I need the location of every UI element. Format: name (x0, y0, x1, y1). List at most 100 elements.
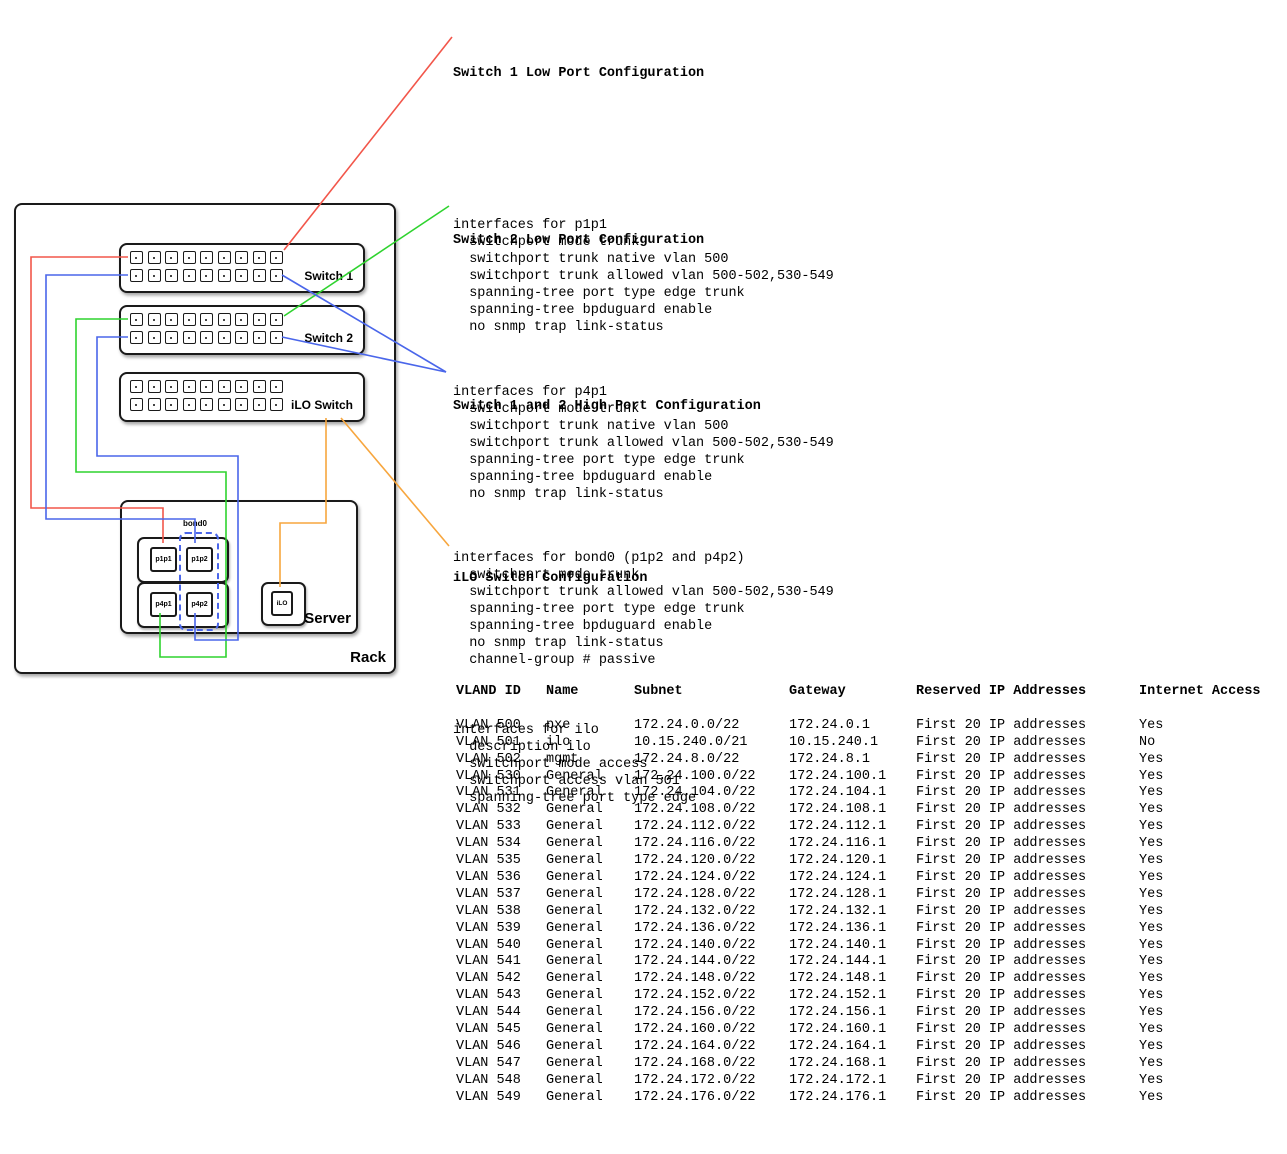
switch-port (235, 251, 248, 264)
vlan-gateway: 172.24.100.1 (789, 769, 916, 786)
vlan-name: General (546, 1022, 634, 1039)
vlan-internet-access: Yes (1139, 1022, 1269, 1039)
vlan-reserved-ips: First 20 IP addresses (916, 853, 1139, 870)
ilo-switch-label: iLO Switch (291, 398, 353, 412)
vlan-internet-access: Yes (1139, 1039, 1269, 1056)
vlan-name: General (546, 853, 634, 870)
switch-port (165, 398, 178, 411)
vlan-id: VLAN 542 (456, 971, 546, 988)
switch-port (165, 331, 178, 344)
vlan-gateway: 172.24.108.1 (789, 802, 916, 819)
config-title: Switch 1 and 2 High Port Configuration (453, 398, 834, 415)
vlan-id: VLAN 534 (456, 836, 546, 853)
switch-port (270, 269, 283, 282)
switch-port (148, 269, 161, 282)
vlan-subnet: 172.24.176.0/22 (634, 1090, 789, 1107)
vlan-internet-access: Yes (1139, 1073, 1269, 1090)
switch-port (130, 331, 143, 344)
vlan-reserved-ips: First 20 IP addresses (916, 1090, 1139, 1107)
switch-port (200, 269, 213, 282)
switch-port (130, 251, 143, 264)
vlan-id: VLAN 549 (456, 1090, 546, 1107)
vlan-reserved-ips: First 20 IP addresses (916, 752, 1139, 769)
server-label: Server (304, 610, 351, 627)
vlan-id: VLAN 536 (456, 870, 546, 887)
vlan-gateway: 172.24.136.1 (789, 921, 916, 938)
vlan-row: VLAN 547 General 172.24.168.0/22 172.24.… (456, 1056, 1269, 1073)
switch-port (183, 331, 196, 344)
vlan-internet-access: Yes (1139, 752, 1269, 769)
vlan-reserved-ips: First 20 IP addresses (916, 769, 1139, 786)
vlan-reserved-ips: First 20 IP addresses (916, 1022, 1139, 1039)
switch-port (183, 269, 196, 282)
vlan-name: General (546, 921, 634, 938)
vlan-internet-access: Yes (1139, 769, 1269, 786)
switch-port (253, 251, 266, 264)
col-vlan-id: VLAND ID (456, 684, 546, 701)
vlan-subnet: 172.24.128.0/22 (634, 887, 789, 904)
switch-port (218, 380, 231, 393)
vlan-id: VLAN 531 (456, 785, 546, 802)
switch-port (200, 398, 213, 411)
vlan-gateway: 172.24.104.1 (789, 785, 916, 802)
switch-port (253, 331, 266, 344)
vlan-internet-access: Yes (1139, 904, 1269, 921)
vlan-subnet: 172.24.132.0/22 (634, 904, 789, 921)
vlan-row: VLAN 538 General 172.24.132.0/22 172.24.… (456, 904, 1269, 921)
switch-port (200, 380, 213, 393)
switch-port (148, 398, 161, 411)
vlan-internet-access: Yes (1139, 785, 1269, 802)
vlan-gateway: 172.24.144.1 (789, 954, 916, 971)
vlan-internet-access: Yes (1139, 836, 1269, 853)
vlan-id: VLAN 539 (456, 921, 546, 938)
vlan-gateway: 172.24.128.1 (789, 887, 916, 904)
vlan-internet-access: Yes (1139, 1005, 1269, 1022)
vlan-gateway: 172.24.120.1 (789, 853, 916, 870)
vlan-row: VLAN 500 pxe 172.24.0.0/22 172.24.0.1 Fi… (456, 718, 1269, 735)
vlan-subnet: 172.24.136.0/22 (634, 921, 789, 938)
rack-label: Rack (350, 649, 386, 666)
col-gateway: Gateway (789, 684, 916, 701)
vlan-internet-access: Yes (1139, 819, 1269, 836)
vlan-subnet: 172.24.8.0/22 (634, 752, 789, 769)
vlan-name: General (546, 954, 634, 971)
switch-port (270, 398, 283, 411)
vlan-id: VLAN 530 (456, 769, 546, 786)
ilo-port-group: iLO (261, 582, 306, 626)
switch-port (253, 269, 266, 282)
vlan-id: VLAN 535 (456, 853, 546, 870)
switch-port (165, 251, 178, 264)
vlan-name: General (546, 819, 634, 836)
vlan-subnet: 172.24.144.0/22 (634, 954, 789, 971)
switch-2-ports (130, 313, 283, 344)
vlan-reserved-ips: First 20 IP addresses (916, 988, 1139, 1005)
switch-port (235, 380, 248, 393)
vlan-reserved-ips: First 20 IP addresses (916, 718, 1139, 735)
vlan-reserved-ips: First 20 IP addresses (916, 921, 1139, 938)
port-p1p1-label: p1p1 (155, 556, 171, 563)
vlan-gateway: 172.24.148.1 (789, 971, 916, 988)
config-title: iLO Switch Configuration (453, 570, 696, 587)
vlan-gateway: 172.24.160.1 (789, 1022, 916, 1039)
vlan-row: VLAN 533 General 172.24.112.0/22 172.24.… (456, 819, 1269, 836)
vlan-reserved-ips: First 20 IP addresses (916, 1039, 1139, 1056)
bond0-label: bond0 (183, 519, 207, 528)
vlan-internet-access: Yes (1139, 853, 1269, 870)
vlan-row: VLAN 543 General 172.24.152.0/22 172.24.… (456, 988, 1269, 1005)
switch-port (165, 313, 178, 326)
vlan-table-body: VLAN 500 pxe 172.24.0.0/22 172.24.0.1 Fi… (456, 718, 1269, 1107)
vlan-id: VLAN 537 (456, 887, 546, 904)
vlan-subnet: 172.24.104.0/22 (634, 785, 789, 802)
vlan-row: VLAN 501 ilo 10.15.240.0/21 10.15.240.1 … (456, 735, 1269, 752)
switch-2: Switch 2 (119, 305, 365, 355)
switch-port (218, 269, 231, 282)
switch-port (218, 251, 231, 264)
vlan-name: ilo (546, 735, 634, 752)
vlan-row: VLAN 542 General 172.24.148.0/22 172.24.… (456, 971, 1269, 988)
vlan-internet-access: Yes (1139, 1056, 1269, 1073)
vlan-subnet: 172.24.108.0/22 (634, 802, 789, 819)
vlan-row: VLAN 539 General 172.24.136.0/22 172.24.… (456, 921, 1269, 938)
vlan-subnet: 172.24.100.0/22 (634, 769, 789, 786)
vlan-row: VLAN 541 General 172.24.144.0/22 172.24.… (456, 954, 1269, 971)
vlan-table: VLAND ID Name Subnet Gateway Reserved IP… (456, 684, 1269, 1107)
